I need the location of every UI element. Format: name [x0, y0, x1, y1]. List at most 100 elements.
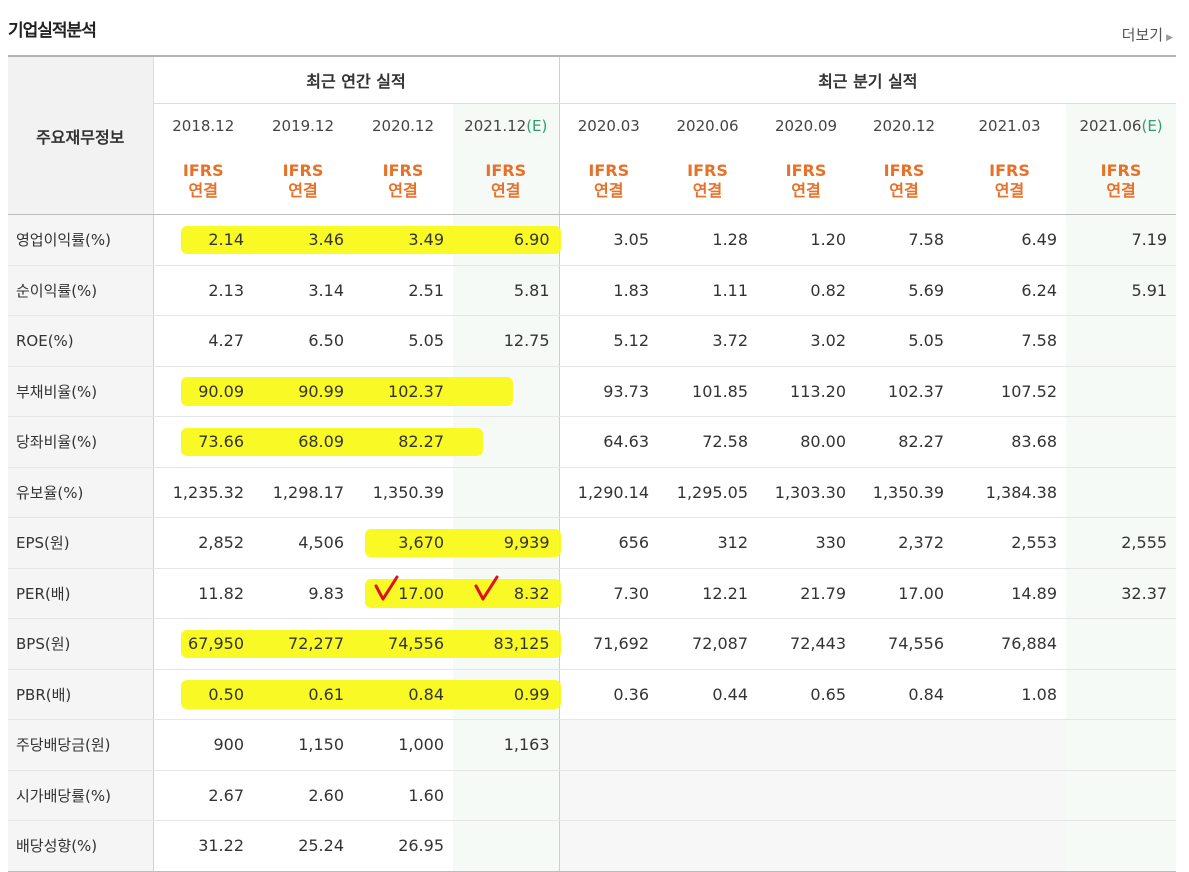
cell-value: 5.69: [908, 280, 945, 300]
cell-value: 2.67: [208, 785, 244, 805]
period-label: 2020.09: [775, 117, 838, 135]
period-label: 2021.06: [1079, 117, 1142, 135]
table-cell: 12.75: [453, 315, 560, 367]
ifrs-header: IFRS 연결: [953, 148, 1067, 215]
table-cell: 5.91: [1066, 265, 1177, 316]
period-header: 2020.03: [559, 103, 659, 148]
table-cell: 1.08: [953, 669, 1067, 720]
row-label: EPS(원): [8, 517, 154, 569]
table-cell: 107.52: [953, 365, 1067, 417]
ifrs-label: IFRS: [1100, 161, 1142, 180]
cell-value: 5.05: [408, 331, 444, 351]
table-cell: 1.28: [658, 214, 758, 266]
ifrs-badge: IFRS 연결: [383, 161, 424, 201]
table-cell: 25.24: [253, 820, 353, 872]
cell-value: 12.21: [702, 583, 749, 603]
table-cell: 1.20: [757, 214, 856, 266]
period-label: 2018.12: [172, 117, 235, 135]
table-cell: 0.82: [757, 265, 856, 316]
table-cell: [855, 719, 954, 771]
more-link[interactable]: 더보기 ▶: [1122, 24, 1173, 45]
period-label: 2020.12: [371, 117, 435, 135]
table-cell: 17.00: [855, 568, 954, 619]
section-title: 기업실적분석: [8, 21, 97, 41]
table-cell: [757, 770, 856, 821]
table-cell: 7.30: [559, 568, 659, 619]
cell-value: 3.49: [408, 230, 444, 250]
row-label: 유보율(%): [8, 467, 154, 518]
cell-value: 64.63: [603, 432, 650, 452]
cell-value: 1.83: [613, 280, 650, 300]
cell-value: 26.95: [398, 836, 444, 856]
table-cell: 90.09: [153, 365, 253, 417]
cell-value: 3,670: [398, 533, 444, 553]
period-header: 2018.12: [153, 103, 253, 148]
table-cell: [658, 719, 758, 771]
table-cell: 2.51: [353, 265, 453, 316]
table-cell: 64.63: [559, 416, 659, 468]
cell-value: 6.50: [308, 331, 344, 351]
row-label: 주당배당금(원): [8, 719, 154, 771]
table-cell: [1066, 618, 1177, 670]
cell-value: 0.84: [408, 684, 444, 704]
cell-value: 2,852: [198, 533, 244, 553]
cell-value: 101.85: [692, 381, 749, 401]
table-row: 배당성향(%) 31.22 25.24 26.95: [8, 820, 1177, 872]
table-cell: 21.79: [757, 568, 856, 619]
table-row: 시가배당률(%) 2.67 2.60 1.60: [8, 770, 1177, 821]
cell-value: 1.11: [712, 280, 749, 300]
table-cell: 1,000: [353, 719, 453, 771]
cell-value: 1,295.05: [676, 482, 749, 502]
ifrs-header: IFRS 연결: [757, 148, 856, 215]
ifrs-label: IFRS: [989, 161, 1030, 180]
cell-value: 9,939: [503, 533, 550, 553]
cell-value: 9.83: [308, 583, 344, 603]
period-label: 2021.12: [464, 117, 527, 135]
cell-value: 1,303.30: [774, 482, 847, 502]
table-cell: 72,087: [658, 618, 758, 670]
cell-value: 14.89: [1011, 583, 1058, 603]
more-label: 더보기: [1121, 26, 1164, 44]
table-row: 주당배당금(원) 900 1,150 1,000 1,163: [8, 719, 1177, 771]
consolidated-label: 연결: [994, 181, 1025, 200]
table-cell: [757, 719, 856, 771]
table-cell: 6.49: [953, 214, 1067, 266]
table-cell: [453, 770, 560, 821]
cell-value: 5.05: [908, 331, 945, 351]
cell-value: 5.81: [513, 280, 550, 300]
estimate-marker: (E): [526, 117, 548, 135]
cell-value: 0.82: [810, 280, 847, 300]
table-cell: 0.84: [855, 669, 954, 720]
table-cell: [658, 820, 758, 872]
table-cell: 82.27: [855, 416, 954, 468]
table-cell: [855, 820, 954, 872]
row-label: BPS(원): [8, 618, 154, 670]
cell-value: 7.30: [613, 583, 650, 603]
table-cell: 80.00: [757, 416, 856, 468]
cell-value: 1.28: [712, 230, 749, 250]
ifrs-label: IFRS: [485, 161, 527, 180]
row-label: PBR(배): [8, 669, 154, 720]
ifrs-badge: IFRS 연결: [989, 161, 1030, 201]
period-label: 2021.03: [978, 117, 1041, 135]
cell-value: 8.32: [513, 583, 550, 603]
ifrs-label: IFRS: [687, 161, 728, 180]
period-label: 2019.12: [271, 117, 335, 135]
ifrs-badge: IFRS 연결: [786, 161, 827, 201]
table-cell: [855, 770, 954, 821]
cell-value: 71,692: [593, 634, 650, 654]
cell-value: 93.73: [603, 381, 650, 401]
table-cell: 1,384.38: [953, 467, 1067, 518]
table-cell: 0.65: [757, 669, 856, 720]
cell-value: 2,555: [1121, 533, 1168, 553]
cell-value: 82.27: [398, 432, 444, 452]
cell-value: 67,950: [188, 634, 244, 654]
ifrs-header: IFRS 연결: [559, 148, 659, 215]
consolidated-label: 연결: [791, 181, 821, 200]
table-row: ROE(%) 4.27 6.50 5.05 12.75 5.12 3.72 3.02 5.05 7…: [8, 315, 1177, 367]
cell-value: 0.84: [908, 684, 945, 704]
table-cell: [559, 770, 659, 821]
consolidated-label: 연결: [692, 181, 723, 200]
cell-value: 1,298.17: [272, 482, 344, 502]
period-header: 2021.03: [953, 103, 1067, 148]
